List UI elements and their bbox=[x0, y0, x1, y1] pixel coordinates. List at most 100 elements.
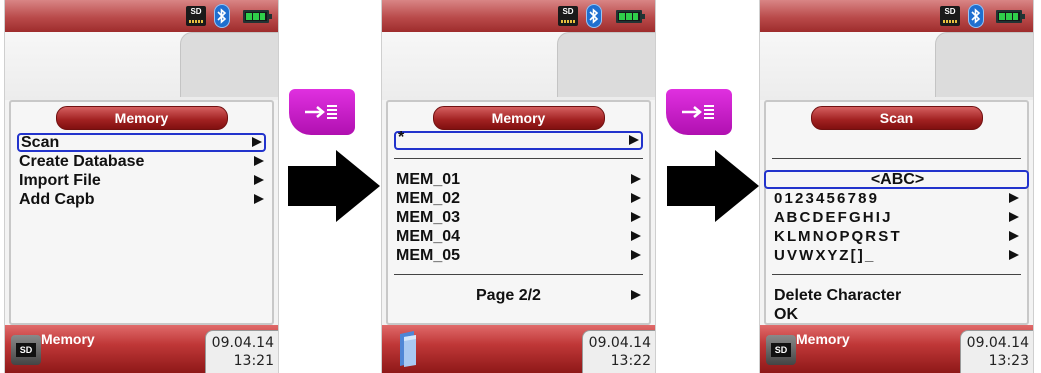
list-item-label: * bbox=[398, 129, 405, 146]
chevron-right-icon bbox=[252, 137, 262, 147]
list-item-label: MEM_03 bbox=[396, 209, 461, 226]
right-arrow-icon bbox=[667, 150, 759, 222]
bluetooth-icon bbox=[586, 4, 602, 28]
divider bbox=[394, 274, 643, 275]
chevron-right-icon bbox=[254, 194, 264, 204]
divider bbox=[772, 158, 1021, 159]
time-text: 13:23 bbox=[988, 353, 1029, 369]
status-bar: SD bbox=[382, 0, 655, 32]
chevron-right-icon bbox=[254, 156, 264, 166]
time-text: 13:22 bbox=[610, 353, 651, 369]
sd-card-icon: SD bbox=[186, 6, 206, 26]
char-row-label: U V W X Y Z [ ] _ bbox=[774, 247, 873, 264]
right-arrow-icon bbox=[288, 150, 380, 222]
header-area bbox=[760, 32, 1033, 100]
chevron-right-icon bbox=[1009, 193, 1019, 203]
enter-key-icon bbox=[289, 89, 355, 135]
list-item-label: MEM_05 bbox=[396, 247, 461, 264]
chevron-right-icon bbox=[631, 231, 641, 241]
folder-icon bbox=[400, 331, 416, 367]
chevron-right-icon bbox=[1009, 212, 1019, 222]
tab-decoration bbox=[935, 32, 1033, 97]
bottom-bar: SD Memory 09.04.14 13:21 bbox=[5, 325, 278, 373]
divider bbox=[394, 158, 643, 159]
bluetooth-icon bbox=[968, 4, 984, 28]
list-item-mem-02[interactable]: MEM_02 bbox=[394, 189, 643, 208]
ok-button[interactable]: OK bbox=[772, 305, 1021, 324]
page-title: Scan bbox=[810, 106, 983, 130]
bottom-title: Memory bbox=[41, 331, 95, 347]
page-title: Memory bbox=[55, 106, 228, 130]
char-row-a-j[interactable]: A B C D E F G H I J bbox=[772, 208, 1021, 227]
char-row-k-t[interactable]: K L M N O P Q R S T bbox=[772, 227, 1021, 246]
bottom-title: Memory bbox=[796, 331, 850, 347]
chevron-right-icon bbox=[631, 193, 641, 203]
screen-scan-input: SD Scan <ABC> 0 1 2 3 4 5 6 7 8 9 A B C … bbox=[759, 0, 1034, 373]
char-row-label: 0 1 2 3 4 5 6 7 8 9 bbox=[774, 190, 877, 207]
list-item-label: MEM_02 bbox=[396, 190, 461, 207]
chevron-right-icon bbox=[631, 174, 641, 184]
list-item-all[interactable]: * bbox=[394, 129, 643, 150]
tab-decoration bbox=[180, 32, 278, 97]
menu-item-scan[interactable]: Scan bbox=[17, 133, 266, 152]
menu-item-label: Import File bbox=[19, 172, 101, 189]
delete-character-button[interactable]: Delete Character bbox=[772, 286, 1021, 305]
date-text: 09.04.14 bbox=[588, 335, 651, 351]
menu-panel: Memory Scan Create Database Import File … bbox=[9, 100, 274, 325]
sd-card-icon: SD bbox=[11, 335, 41, 365]
bluetooth-icon bbox=[214, 4, 230, 28]
header-area bbox=[5, 32, 278, 100]
battery-icon bbox=[243, 10, 272, 23]
char-row-label: K L M N O P Q R S T bbox=[774, 228, 900, 245]
menu-item-import-file[interactable]: Import File bbox=[17, 171, 266, 190]
list-item-label: MEM_01 bbox=[396, 171, 461, 188]
page-label: Page 2/2 bbox=[476, 287, 541, 304]
datetime-box: 09.04.14 13:21 bbox=[205, 330, 278, 373]
menu-item-label: Scan bbox=[21, 134, 60, 151]
bottom-bar: SD Memory 09.04.14 13:23 bbox=[760, 325, 1033, 373]
page-title: Memory bbox=[432, 106, 605, 130]
chevron-right-icon bbox=[1009, 250, 1019, 260]
chevron-right-icon bbox=[1009, 231, 1019, 241]
tab-decoration bbox=[557, 32, 655, 97]
menu-item-create-database[interactable]: Create Database bbox=[17, 152, 266, 171]
status-bar: SD bbox=[760, 0, 1033, 32]
keyboard-panel: Scan <ABC> 0 1 2 3 4 5 6 7 8 9 A B C D E… bbox=[764, 100, 1029, 325]
list-item-mem-05[interactable]: MEM_05 bbox=[394, 246, 643, 265]
bottom-bar: 09.04.14 13:22 bbox=[382, 325, 655, 373]
date-text: 09.04.14 bbox=[966, 335, 1029, 351]
sd-card-icon: SD bbox=[940, 6, 960, 26]
action-label: OK bbox=[774, 306, 798, 323]
char-row-digits[interactable]: 0 1 2 3 4 5 6 7 8 9 bbox=[772, 189, 1021, 208]
list-item-mem-03[interactable]: MEM_03 bbox=[394, 208, 643, 227]
sd-card-icon: SD bbox=[766, 335, 796, 365]
sd-card-icon: SD bbox=[558, 6, 578, 26]
input-value: <ABC> bbox=[870, 171, 925, 188]
menu-panel: Memory * MEM_01 MEM_02 MEM_03 MEM_04 MEM… bbox=[386, 100, 651, 325]
divider bbox=[772, 274, 1021, 275]
chevron-right-icon bbox=[629, 135, 639, 145]
text-input-field[interactable]: <ABC> bbox=[764, 170, 1029, 189]
chevron-right-icon bbox=[631, 290, 641, 300]
datetime-box: 09.04.14 13:23 bbox=[960, 330, 1033, 373]
menu-item-label: Add Capb bbox=[19, 191, 95, 208]
menu-item-add-capb[interactable]: Add Capb bbox=[17, 190, 266, 209]
datetime-box: 09.04.14 13:22 bbox=[582, 330, 655, 373]
time-text: 13:21 bbox=[233, 353, 274, 369]
char-row-u-underscore[interactable]: U V W X Y Z [ ] _ bbox=[772, 246, 1021, 265]
screen-memory-list: SD Memory * MEM_01 MEM_02 MEM_03 MEM_04 bbox=[381, 0, 656, 373]
chevron-right-icon bbox=[631, 250, 641, 260]
enter-key-icon bbox=[666, 89, 732, 135]
page-indicator[interactable]: Page 2/2 bbox=[394, 286, 643, 305]
battery-icon bbox=[616, 10, 645, 23]
list-item-mem-01[interactable]: MEM_01 bbox=[394, 170, 643, 189]
menu-item-label: Create Database bbox=[19, 153, 145, 170]
screen-memory-menu: SD Memory Scan Create Database Import Fi… bbox=[4, 0, 279, 373]
action-label: Delete Character bbox=[774, 287, 902, 304]
chevron-right-icon bbox=[631, 212, 641, 222]
status-bar: SD bbox=[5, 0, 278, 32]
header-area bbox=[382, 32, 655, 100]
battery-icon bbox=[996, 10, 1025, 23]
list-item-mem-04[interactable]: MEM_04 bbox=[394, 227, 643, 246]
chevron-right-icon bbox=[254, 175, 264, 185]
